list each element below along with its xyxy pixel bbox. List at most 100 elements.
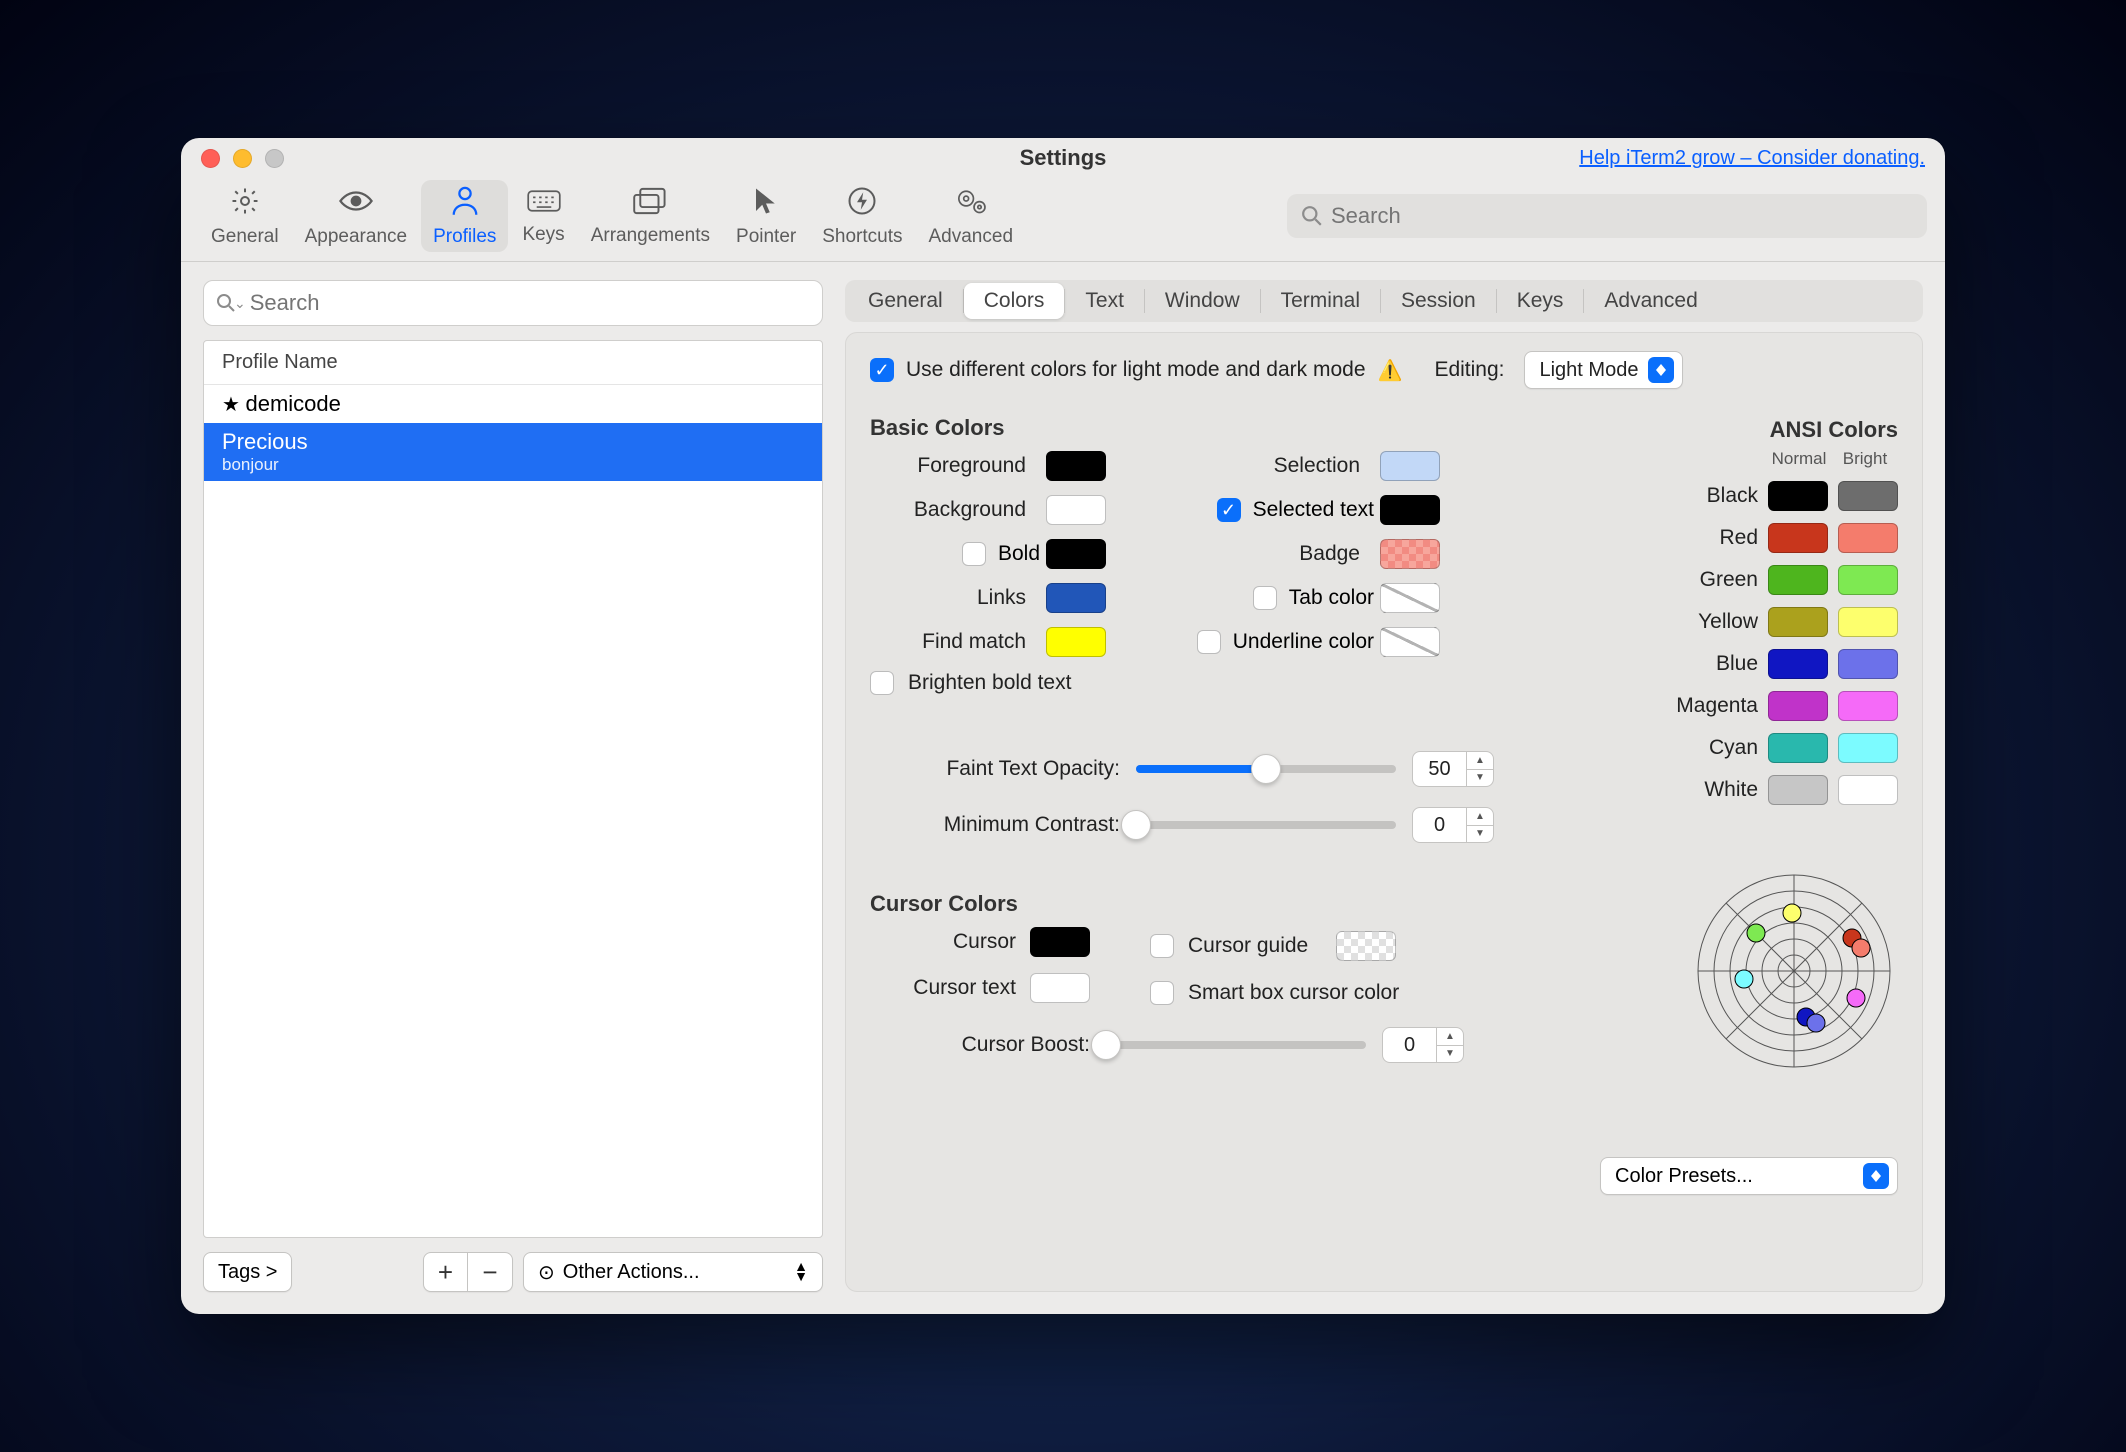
ansi-bright-swatch[interactable] (1838, 523, 1898, 553)
selected-text-checkbox[interactable]: ✓ (1217, 498, 1241, 522)
selected-text-swatch[interactable] (1380, 495, 1440, 525)
toolbar-advanced[interactable]: Advanced (917, 180, 1026, 252)
mode-row: ✓ Use different colors for light mode an… (870, 351, 1898, 389)
profile-search[interactable]: ⌄ (203, 280, 823, 326)
eye-icon (339, 186, 373, 222)
cursor-guide-swatch[interactable] (1336, 931, 1396, 961)
donate-link[interactable]: Help iTerm2 grow – Consider donating. (1579, 147, 1925, 170)
chevron-down-icon[interactable]: ⌄ (234, 295, 246, 312)
gear-icon (230, 186, 260, 222)
tags-button[interactable]: Tags > (203, 1252, 292, 1292)
tab-advanced[interactable]: Advanced (1584, 283, 1717, 319)
tab-general[interactable]: General (848, 283, 963, 319)
smart-box-checkbox[interactable] (1150, 981, 1174, 1005)
ansi-bright-swatch[interactable] (1838, 565, 1898, 595)
ansi-normal-swatch[interactable] (1768, 523, 1828, 553)
ansi-normal-swatch[interactable] (1768, 649, 1828, 679)
ansi-bright-header: Bright (1832, 449, 1898, 469)
profile-list-header: Profile Name (204, 341, 822, 385)
tab-keys[interactable]: Keys (1497, 283, 1584, 319)
ansi-normal-swatch[interactable] (1768, 733, 1828, 763)
selection-swatch[interactable] (1380, 451, 1440, 481)
tabcolor-checkbox[interactable] (1253, 586, 1277, 610)
findmatch-swatch[interactable] (1046, 627, 1106, 657)
bold-label: Bold (998, 542, 1040, 566)
close-icon[interactable] (201, 149, 220, 168)
toolbar-shortcuts[interactable]: Shortcuts (810, 180, 914, 252)
cursor-icon (753, 186, 779, 222)
zoom-icon[interactable] (265, 149, 284, 168)
ansi-normal-swatch[interactable] (1768, 775, 1828, 805)
background-swatch[interactable] (1046, 495, 1106, 525)
cursor-boost-stepper[interactable]: 0 ▲▼ (1382, 1027, 1464, 1063)
foreground-swatch[interactable] (1046, 451, 1106, 481)
color-wheel[interactable] (1696, 873, 1892, 1069)
stepper-down[interactable]: ▼ (1437, 1046, 1463, 1063)
stepper-up[interactable]: ▲ (1467, 808, 1493, 826)
badge-swatch[interactable] (1380, 539, 1440, 569)
toolbar-arrangements[interactable]: Arrangements (579, 181, 722, 251)
toolbar-search[interactable] (1287, 194, 1927, 238)
add-profile-button[interactable]: + (424, 1253, 468, 1291)
brighten-bold-checkbox[interactable] (870, 671, 894, 695)
profile-row[interactable]: demicode (204, 385, 822, 423)
min-contrast-label: Minimum Contrast: (870, 813, 1120, 837)
updown-icon: ▲▼ (794, 1262, 808, 1282)
min-contrast-stepper[interactable]: 0 ▲▼ (1412, 807, 1494, 843)
ansi-label: Magenta (1598, 694, 1758, 718)
ansi-normal-swatch[interactable] (1768, 481, 1828, 511)
other-actions-button[interactable]: ⊙ Other Actions... ▲▼ (523, 1252, 823, 1292)
cursor-text-swatch[interactable] (1030, 973, 1090, 1003)
color-presets-select[interactable]: Color Presets... (1600, 1157, 1898, 1195)
faint-opacity-slider[interactable] (1136, 765, 1396, 773)
use-different-colors-checkbox[interactable]: ✓ (870, 358, 894, 382)
ansi-bright-swatch[interactable] (1838, 607, 1898, 637)
toolbar-keys[interactable]: Keys (510, 182, 576, 250)
editing-mode-select[interactable]: Light Mode (1524, 351, 1683, 389)
stepper-down[interactable]: ▼ (1467, 826, 1493, 843)
stepper-up[interactable]: ▲ (1467, 752, 1493, 770)
toolbar-profiles[interactable]: Profiles (421, 180, 508, 252)
links-swatch[interactable] (1046, 583, 1106, 613)
ansi-bright-swatch[interactable] (1838, 691, 1898, 721)
ansi-bright-swatch[interactable] (1838, 649, 1898, 679)
selected-text-label: Selected text (1253, 498, 1374, 522)
underline-swatch[interactable] (1380, 627, 1440, 657)
tabcolor-swatch[interactable] (1380, 583, 1440, 613)
profile-search-input[interactable] (250, 290, 810, 316)
toolbar-appearance[interactable]: Appearance (293, 180, 419, 252)
ansi-bright-swatch[interactable] (1838, 733, 1898, 763)
remove-profile-button[interactable]: − (468, 1253, 512, 1291)
ansi-row-blue: Blue (1598, 649, 1898, 679)
smart-box-label: Smart box cursor color (1188, 981, 1399, 1005)
profile-row-selected[interactable]: Precious bonjour (204, 423, 822, 481)
cursor-swatch[interactable] (1030, 927, 1090, 957)
ansi-bright-swatch[interactable] (1838, 481, 1898, 511)
underline-checkbox[interactable] (1197, 630, 1221, 654)
tab-session[interactable]: Session (1381, 283, 1496, 319)
min-contrast-slider[interactable] (1136, 821, 1396, 829)
tab-window[interactable]: Window (1145, 283, 1260, 319)
toolbar-general[interactable]: General (199, 180, 291, 252)
tab-colors[interactable]: Colors (964, 283, 1065, 319)
tab-text[interactable]: Text (1065, 283, 1144, 319)
cursor-guide-label: Cursor guide (1188, 934, 1308, 958)
faint-opacity-stepper[interactable]: 50 ▲▼ (1412, 751, 1494, 787)
ansi-normal-swatch[interactable] (1768, 565, 1828, 595)
ansi-bright-swatch[interactable] (1838, 775, 1898, 805)
ansi-normal-swatch[interactable] (1768, 607, 1828, 637)
toolbar-search-input[interactable] (1331, 203, 1913, 229)
main-toolbar: General Appearance Profiles Keys Arrange… (181, 179, 1945, 262)
warning-icon: ⚠️ (1378, 358, 1403, 383)
toolbar-pointer[interactable]: Pointer (724, 180, 808, 252)
stepper-down[interactable]: ▼ (1467, 770, 1493, 787)
selection-label: Selection (1154, 454, 1374, 478)
bold-checkbox[interactable] (962, 542, 986, 566)
bold-swatch[interactable] (1046, 539, 1106, 569)
cursor-boost-slider[interactable] (1106, 1041, 1366, 1049)
ansi-normal-swatch[interactable] (1768, 691, 1828, 721)
cursor-guide-checkbox[interactable] (1150, 934, 1174, 958)
stepper-up[interactable]: ▲ (1437, 1028, 1463, 1046)
minimize-icon[interactable] (233, 149, 252, 168)
tab-terminal[interactable]: Terminal (1261, 283, 1380, 319)
